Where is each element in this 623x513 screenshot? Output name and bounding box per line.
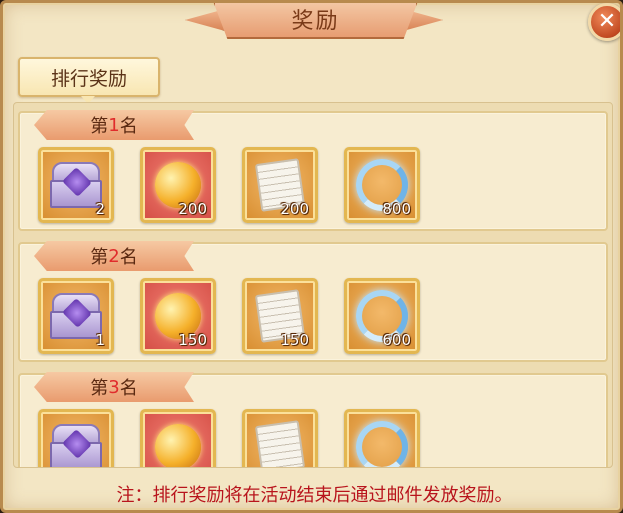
reward-panel: 奖励 ✕ 排行奖励 第1名 2 200 200 800 第 2 名 1 150 … bbox=[0, 0, 623, 513]
rank-number: 1 bbox=[108, 114, 120, 136]
rank-prefix: 第 bbox=[90, 378, 109, 399]
rank-suffix: 名 bbox=[119, 378, 138, 399]
close-button[interactable]: ✕ bbox=[588, 3, 620, 41]
item-quantity: 600 bbox=[382, 331, 411, 349]
item-quantity: 200 bbox=[178, 200, 207, 218]
reward-item-slot[interactable]: 200 bbox=[140, 147, 216, 223]
item-quantity: 2 bbox=[95, 200, 105, 218]
golden-orb-icon bbox=[155, 424, 201, 467]
reward-item-slot[interactable] bbox=[38, 409, 114, 467]
item-quantity: 1 bbox=[95, 331, 105, 349]
footer-note: 注：排行奖励将在活动结束后通过邮件发放奖励。 bbox=[116, 485, 513, 506]
close-icon: ✕ bbox=[597, 9, 617, 34]
reward-item-slot[interactable]: 150 bbox=[140, 278, 216, 354]
reward-item-slot[interactable]: 150 bbox=[242, 278, 318, 354]
rank-number: 3 bbox=[108, 376, 120, 398]
rank-card-1: 第1名 2 200 200 800 bbox=[18, 110, 608, 231]
rank-suffix: 名 bbox=[119, 116, 138, 137]
rank-prefix: 第 bbox=[90, 116, 109, 137]
reward-item-slot[interactable] bbox=[140, 409, 216, 467]
rank-prefix: 第 bbox=[90, 247, 109, 268]
reward-item-slot[interactable] bbox=[344, 409, 420, 467]
rank-ribbon: 第1名 bbox=[34, 110, 194, 140]
item-quantity: 800 bbox=[382, 200, 411, 218]
rank-ribbon: 第3名 bbox=[34, 372, 194, 402]
reward-item-slot[interactable] bbox=[242, 409, 318, 467]
ice-dragon-icon bbox=[356, 421, 408, 467]
scroll-icon bbox=[254, 420, 306, 467]
reward-item-slot[interactable]: 1 bbox=[38, 278, 114, 354]
tab-ranking-rewards[interactable]: 排行奖励 bbox=[18, 57, 160, 97]
rank-card-2: 第2名 1 150 150 600 bbox=[18, 241, 608, 362]
reward-item-slot[interactable]: 2 bbox=[38, 147, 114, 223]
rank-number: 2 bbox=[108, 245, 120, 267]
item-quantity: 200 bbox=[280, 200, 309, 218]
rank-ribbon: 第2名 bbox=[34, 241, 194, 271]
item-quantity: 150 bbox=[280, 331, 309, 349]
reward-list[interactable]: 第1名 2 200 200 800 第 2 名 1 150 150 600 第 … bbox=[13, 102, 613, 468]
treasure-chest-icon bbox=[48, 422, 104, 467]
tab-label: 排行奖励 bbox=[50, 67, 127, 90]
reward-item-slot[interactable]: 200 bbox=[242, 147, 318, 223]
reward-item-slot[interactable]: 800 bbox=[344, 147, 420, 223]
title-banner: 奖励 bbox=[213, 3, 418, 39]
reward-item-slot[interactable]: 600 bbox=[344, 278, 420, 354]
item-quantity: 150 bbox=[178, 331, 207, 349]
rank-card-3: 第3名 bbox=[18, 372, 608, 467]
rank-suffix: 名 bbox=[119, 247, 138, 268]
page-title: 奖励 bbox=[291, 9, 340, 34]
